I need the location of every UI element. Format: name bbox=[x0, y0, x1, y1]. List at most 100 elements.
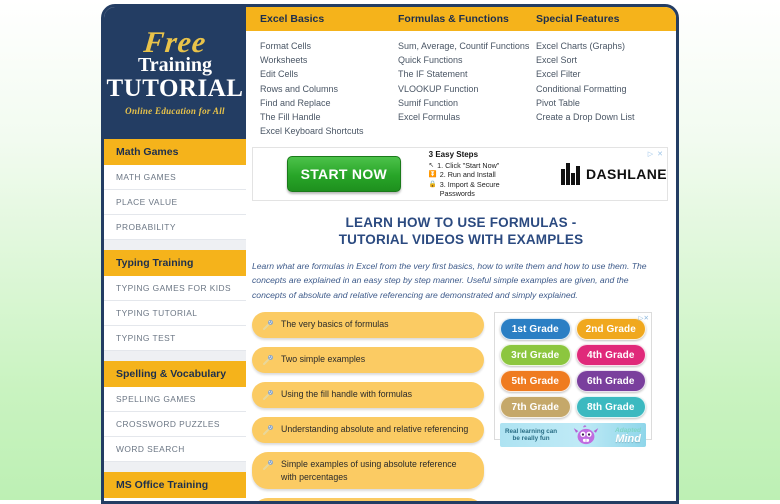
nav-link[interactable]: Sum, Average, Countif Functions bbox=[398, 39, 536, 53]
top-navigation: Excel Basics Formulas & Functions Specia… bbox=[246, 7, 676, 139]
lesson-item[interactable]: Using cells from other worksheets inside… bbox=[252, 498, 484, 501]
nav-link[interactable]: The Fill Handle bbox=[260, 110, 398, 124]
nav-column-excel-basics: Format Cells Worksheets Edit Cells Rows … bbox=[246, 39, 398, 139]
nav-link[interactable]: The IF Statement bbox=[398, 67, 536, 81]
nav-link[interactable]: VLOOKUP Function bbox=[398, 82, 536, 96]
adchoices-icon[interactable]: ▷✕ bbox=[639, 314, 649, 322]
lesson-item[interactable]: The very basics of formulas bbox=[252, 312, 484, 339]
lesson-label: Simple examples of using absolute refere… bbox=[281, 459, 457, 482]
lesson-item[interactable]: Simple examples of using absolute refere… bbox=[252, 452, 484, 490]
sidebar-heading-ms-office-training: MS Office Training bbox=[104, 472, 246, 498]
ad-steps-title: 3 Easy Steps bbox=[428, 149, 479, 159]
sidebar-divider bbox=[104, 240, 246, 250]
ad-step-row: ↖ 1. Click "Start Now" bbox=[429, 161, 531, 170]
sidebar-item-place-value[interactable]: PLACE VALUE bbox=[104, 190, 246, 215]
nav-link[interactable]: Find and Replace bbox=[260, 96, 398, 110]
lesson-label: Using the fill handle with formulas bbox=[281, 389, 413, 400]
sidebar: Math Games MATH GAMES PLACE VALUE PROBAB… bbox=[104, 139, 246, 501]
nav-link[interactable]: Excel Keyboard Shortcuts bbox=[260, 124, 398, 138]
nav-link[interactable]: Pivot Table bbox=[536, 96, 676, 110]
main-content: START NOW 3 Easy Steps ↖ 1. Click "Start… bbox=[246, 139, 676, 501]
start-now-button[interactable]: START NOW bbox=[287, 156, 401, 192]
sidebar-item-word-search[interactable]: WORD SEARCH bbox=[104, 437, 246, 462]
grade-button-1st[interactable]: 1st Grade bbox=[500, 318, 571, 341]
grade-button-8th[interactable]: 8th Grade bbox=[575, 396, 646, 419]
ad-step-row: 🔒 3. Import & Secure Passwords bbox=[429, 180, 531, 199]
sidebar-item-probability[interactable]: PROBABILITY bbox=[104, 215, 246, 240]
nav-heading-formulas-functions[interactable]: Formulas & Functions bbox=[398, 13, 536, 25]
download-icon: ⏬ bbox=[428, 171, 437, 179]
lesson-list: The very basics of formulas Two simple e… bbox=[246, 312, 484, 501]
sidebar-heading-math-games: Math Games bbox=[104, 139, 246, 165]
grade-button-2nd[interactable]: 2nd Grade bbox=[575, 318, 646, 341]
nav-link[interactable]: Conditional Formatting bbox=[536, 82, 676, 96]
sidebar-item-typing-tutorial[interactable]: TYPING TUTORIAL bbox=[104, 301, 246, 326]
magic-wand-icon bbox=[263, 355, 273, 366]
nav-link[interactable]: Sumif Function bbox=[398, 96, 536, 110]
grade-button-4th[interactable]: 4th Grade bbox=[575, 344, 646, 367]
ad-tagline-line1: Real learning can bbox=[505, 427, 558, 435]
monster-mascot-icon bbox=[573, 425, 599, 445]
sidebar-ad-adaptedmind[interactable]: ▷✕ 1st Grade 2nd Grade 3rd Grade 4th Gra… bbox=[494, 312, 652, 448]
nav-link[interactable]: Quick Functions bbox=[398, 53, 536, 67]
nav-column-formulas-functions: Sum, Average, Countif Functions Quick Fu… bbox=[398, 39, 536, 139]
grade-button-5th[interactable]: 5th Grade bbox=[500, 370, 571, 393]
top-nav-headings: Excel Basics Formulas & Functions Specia… bbox=[246, 7, 676, 31]
sidebar-item-excel-tutorial[interactable]: EXCEL TUTORIAL bbox=[104, 498, 246, 501]
ad-tagline: Real learning can be really fun bbox=[505, 428, 557, 443]
magic-wand-icon bbox=[263, 460, 273, 471]
lower-section: The very basics of formulas Two simple e… bbox=[246, 312, 676, 501]
nav-link[interactable]: Create a Drop Down List bbox=[536, 110, 676, 124]
lesson-label: Understanding absolute and relative refe… bbox=[281, 424, 469, 435]
nav-heading-special-features[interactable]: Special Features bbox=[536, 13, 676, 25]
sidebar-item-spelling-games[interactable]: SPELLING GAMES bbox=[104, 387, 246, 412]
adaptedmind-brand: Adapted Mind bbox=[615, 427, 641, 445]
adchoices-icon[interactable]: ▷ ✕ bbox=[648, 150, 664, 158]
grade-button-3rd[interactable]: 3rd Grade bbox=[500, 344, 571, 367]
sidebar-divider bbox=[104, 462, 246, 472]
grade-button-7th[interactable]: 7th Grade bbox=[500, 396, 571, 419]
sidebar-heading-typing-training: Typing Training bbox=[104, 250, 246, 276]
lesson-label: The very basics of formulas bbox=[281, 319, 389, 330]
nav-link[interactable]: Edit Cells bbox=[260, 67, 398, 81]
page-title-line1: LEARN HOW TO USE FORMULAS - bbox=[345, 215, 577, 230]
cursor-icon: ↖ bbox=[428, 161, 435, 169]
dashlane-brand-name: DASHLANE bbox=[586, 166, 667, 182]
sidebar-item-crossword-puzzles[interactable]: CROSSWORD PUZZLES bbox=[104, 412, 246, 437]
magic-wand-icon bbox=[263, 320, 273, 331]
magic-wand-icon bbox=[263, 390, 273, 401]
nav-link[interactable]: Format Cells bbox=[260, 39, 398, 53]
grade-button-6th[interactable]: 6th Grade bbox=[575, 370, 646, 393]
lesson-item[interactable]: Using the fill handle with formulas bbox=[252, 382, 484, 409]
ad-step-text: 3. Import & Secure Passwords bbox=[439, 179, 500, 198]
ad-tagline-line2: be really fun bbox=[512, 435, 550, 443]
nav-link[interactable]: Worksheets bbox=[260, 53, 398, 67]
dashlane-brand: DASHLANE bbox=[561, 163, 667, 185]
nav-link[interactable]: Excel Filter bbox=[536, 67, 676, 81]
nav-heading-excel-basics[interactable]: Excel Basics bbox=[246, 13, 398, 25]
lesson-label: Two simple examples bbox=[281, 354, 366, 365]
sidebar-item-typing-test[interactable]: TYPING TEST bbox=[104, 326, 246, 351]
sidebar-item-math-games[interactable]: MATH GAMES bbox=[104, 165, 246, 190]
ad-step-text: 1. Click "Start Now" bbox=[437, 160, 500, 170]
lesson-item[interactable]: Understanding absolute and relative refe… bbox=[252, 417, 484, 444]
top-banner-ad[interactable]: START NOW 3 Easy Steps ↖ 1. Click "Start… bbox=[252, 147, 668, 201]
nav-link[interactable]: Excel Formulas bbox=[398, 110, 536, 124]
site-logo[interactable]: Free Training TUTORIAL Online Education … bbox=[104, 7, 246, 139]
nav-column-special-features: Excel Charts (Graphs) Excel Sort Excel F… bbox=[536, 39, 676, 139]
nav-link[interactable]: Excel Charts (Graphs) bbox=[536, 39, 676, 53]
sidebar-item-typing-games-for-kids[interactable]: TYPING GAMES FOR KIDS bbox=[104, 276, 246, 301]
page-title: LEARN HOW TO USE FORMULAS - TUTORIAL VID… bbox=[246, 215, 676, 248]
site-page: Free Training TUTORIAL Online Education … bbox=[101, 4, 679, 504]
logo-tagline: Online Education for All bbox=[125, 106, 225, 116]
top-nav-links: Format Cells Worksheets Edit Cells Rows … bbox=[246, 31, 676, 139]
ad-steps: 3 Easy Steps ↖ 1. Click "Start Now" ⏬ 2.… bbox=[429, 150, 531, 199]
nav-link[interactable]: Rows and Columns bbox=[260, 82, 398, 96]
lesson-item[interactable]: Two simple examples bbox=[252, 347, 484, 374]
sidebar-heading-spelling-vocabulary: Spelling & Vocabulary bbox=[104, 361, 246, 387]
page-title-line2: TUTORIAL VIDEOS WITH EXAMPLES bbox=[338, 231, 584, 247]
logo-tutorial-text: TUTORIAL bbox=[106, 75, 244, 102]
sidebar-divider bbox=[104, 351, 246, 361]
dashlane-logo-icon bbox=[561, 163, 581, 185]
nav-link[interactable]: Excel Sort bbox=[536, 53, 676, 67]
